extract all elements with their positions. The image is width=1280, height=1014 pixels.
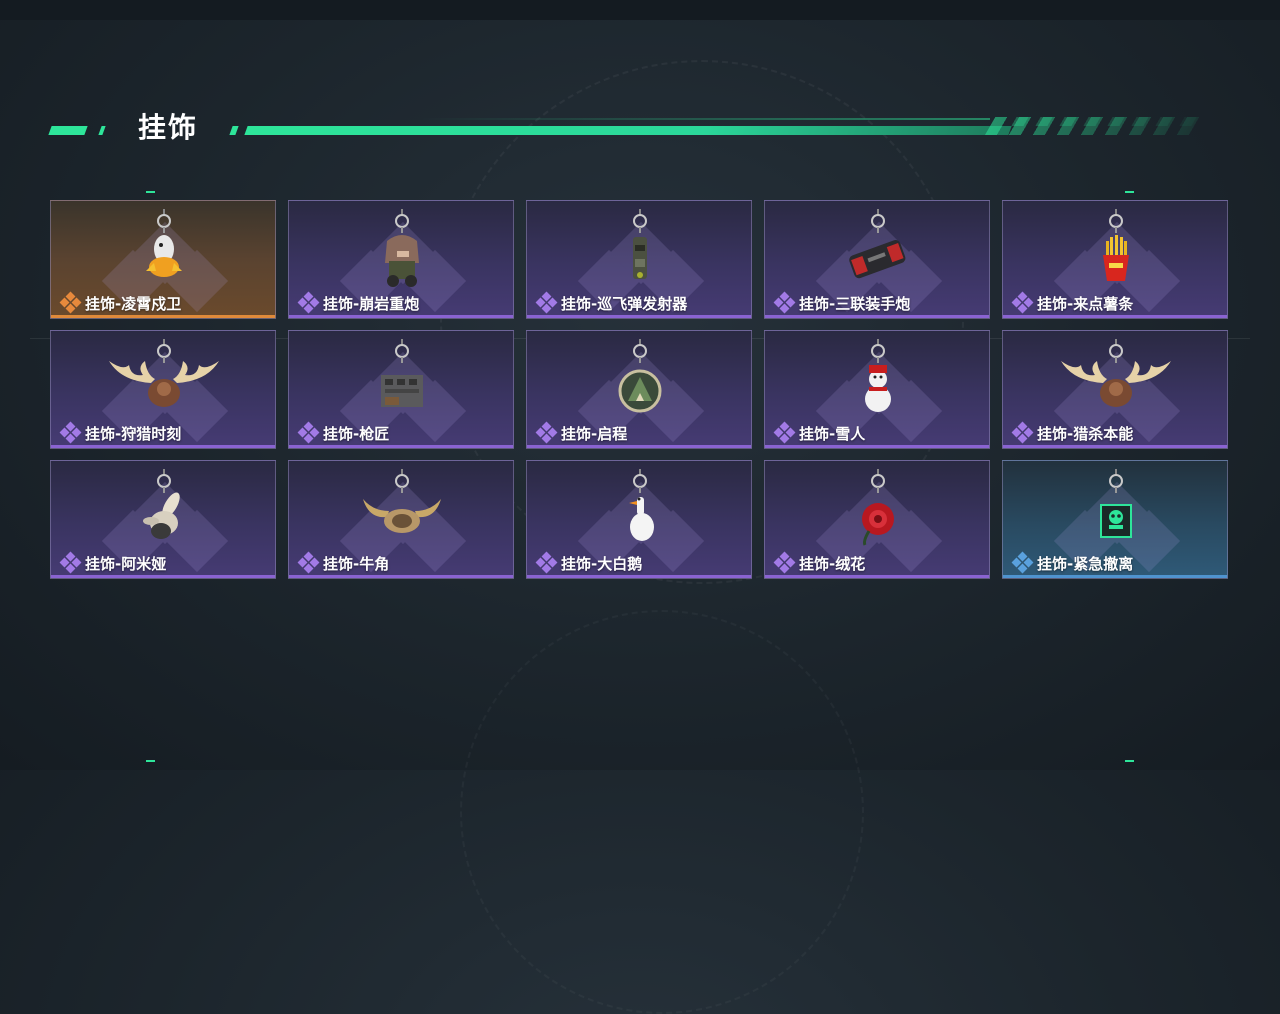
rarity-diamond-icon	[535, 421, 558, 444]
rarity-diamond-icon	[773, 421, 796, 444]
charm-card[interactable]: 挂饰-牛角	[288, 460, 514, 579]
charm-name: 挂饰-牛角	[323, 554, 390, 573]
launcher-icon	[633, 208, 647, 279]
rarity-diamond-icon	[297, 421, 320, 444]
chick-icon	[146, 208, 182, 277]
header-bar	[244, 126, 1012, 135]
charm-name: 挂饰-凌霄戍卫	[85, 294, 182, 313]
card-label-row: 挂饰-狩猎时刻	[59, 421, 182, 444]
corner-tick	[146, 191, 155, 193]
background-ring	[460, 610, 864, 1014]
card-label-row: 挂饰-阿米娅	[59, 551, 167, 574]
charm-card[interactable]: 挂饰-大白鹅	[526, 460, 752, 579]
header-checker-pattern	[999, 117, 1205, 126]
header-accent	[229, 126, 239, 135]
charm-card[interactable]: 挂饰-凌霄戍卫	[50, 200, 276, 319]
charm-name: 挂饰-三联装手炮	[799, 294, 911, 313]
figure-icon	[385, 208, 419, 287]
charm-card[interactable]: 挂饰-绒花	[764, 460, 990, 579]
card-label-row: 挂饰-启程	[535, 421, 628, 444]
corner-tick	[1125, 191, 1134, 193]
charm-name: 挂饰-来点薯条	[1037, 294, 1134, 313]
charm-card[interactable]: 挂饰-来点薯条	[1002, 200, 1228, 319]
charm-name: 挂饰-巡飞弹发射器	[561, 294, 688, 313]
charm-name: 挂饰-狩猎时刻	[85, 424, 182, 443]
card-label-row: 挂饰-紧急撤离	[1011, 551, 1134, 574]
charm-name: 挂饰-大白鹅	[561, 554, 643, 573]
rose-icon	[862, 468, 894, 546]
card-label-row: 挂饰-凌霄戍卫	[59, 291, 182, 314]
charm-card[interactable]: 挂饰-崩岩重炮	[288, 200, 514, 319]
charm-name: 挂饰-猎杀本能	[1037, 424, 1134, 443]
card-label-row: 挂饰-枪匠	[297, 421, 390, 444]
medallion-icon	[618, 338, 662, 413]
charm-card[interactable]: 挂饰-狩猎时刻	[50, 330, 276, 449]
charm-card[interactable]: 挂饰-巡飞弹发射器	[526, 200, 752, 319]
charm-name: 挂饰-启程	[561, 424, 628, 443]
rarity-diamond-icon	[1011, 421, 1034, 444]
card-label-row: 挂饰-牛角	[297, 551, 390, 574]
antlers-icon	[1061, 338, 1171, 407]
skull-box-icon	[1100, 468, 1132, 538]
charm-name: 挂饰-雪人	[799, 424, 866, 443]
corner-tick	[1125, 760, 1134, 762]
rarity-diamond-icon	[297, 291, 320, 314]
top-bar	[0, 0, 1280, 20]
card-label-row: 挂饰-崩岩重炮	[297, 291, 420, 314]
rarity-diamond-icon	[535, 291, 558, 314]
card-label-row: 挂饰-三联装手炮	[773, 291, 911, 314]
antlers-icon	[109, 338, 219, 407]
charm-card[interactable]: 挂饰-紧急撤离	[1002, 460, 1228, 579]
rarity-diamond-icon	[773, 551, 796, 574]
charm-card[interactable]: 挂饰-启程	[526, 330, 752, 449]
charm-card[interactable]: 挂饰-阿米娅	[50, 460, 276, 579]
rarity-diamond-icon	[535, 551, 558, 574]
rarity-diamond-icon	[59, 291, 82, 314]
charm-name: 挂饰-枪匠	[323, 424, 390, 443]
rarity-diamond-icon	[1011, 291, 1034, 314]
card-label-row: 挂饰-来点薯条	[1011, 291, 1134, 314]
card-label-row: 挂饰-雪人	[773, 421, 866, 444]
handcannon-icon	[849, 208, 906, 279]
card-label-row: 挂饰-巡飞弹发射器	[535, 291, 688, 314]
workbench-icon	[381, 338, 423, 407]
goose-icon	[629, 468, 654, 541]
rarity-diamond-icon	[773, 291, 796, 314]
fries-icon	[1103, 208, 1129, 281]
rarity-diamond-icon	[59, 421, 82, 444]
charm-card[interactable]: 挂饰-三联装手炮	[764, 200, 990, 319]
header-accent	[48, 126, 88, 135]
card-label-row: 挂饰-猎杀本能	[1011, 421, 1134, 444]
snowman-icon	[865, 338, 891, 412]
header-accent-line	[420, 118, 990, 120]
card-label-row: 挂饰-大白鹅	[535, 551, 643, 574]
charm-card[interactable]: 挂饰-雪人	[764, 330, 990, 449]
charm-name: 挂饰-崩岩重炮	[323, 294, 420, 313]
header-accent	[98, 126, 106, 135]
rarity-diamond-icon	[1011, 551, 1034, 574]
bunny-icon	[143, 468, 180, 539]
charm-card[interactable]: 挂饰-枪匠	[288, 330, 514, 449]
charm-name: 挂饰-阿米娅	[85, 554, 167, 573]
charm-name: 挂饰-紧急撤离	[1037, 554, 1134, 573]
card-label-row: 挂饰-绒花	[773, 551, 866, 574]
bull-horns-icon	[363, 468, 441, 533]
charm-card[interactable]: 挂饰-猎杀本能	[1002, 330, 1228, 449]
charm-name: 挂饰-绒花	[799, 554, 866, 573]
corner-tick	[146, 760, 155, 762]
rarity-diamond-icon	[59, 551, 82, 574]
section-title: 挂饰	[138, 111, 199, 144]
rarity-diamond-icon	[297, 551, 320, 574]
